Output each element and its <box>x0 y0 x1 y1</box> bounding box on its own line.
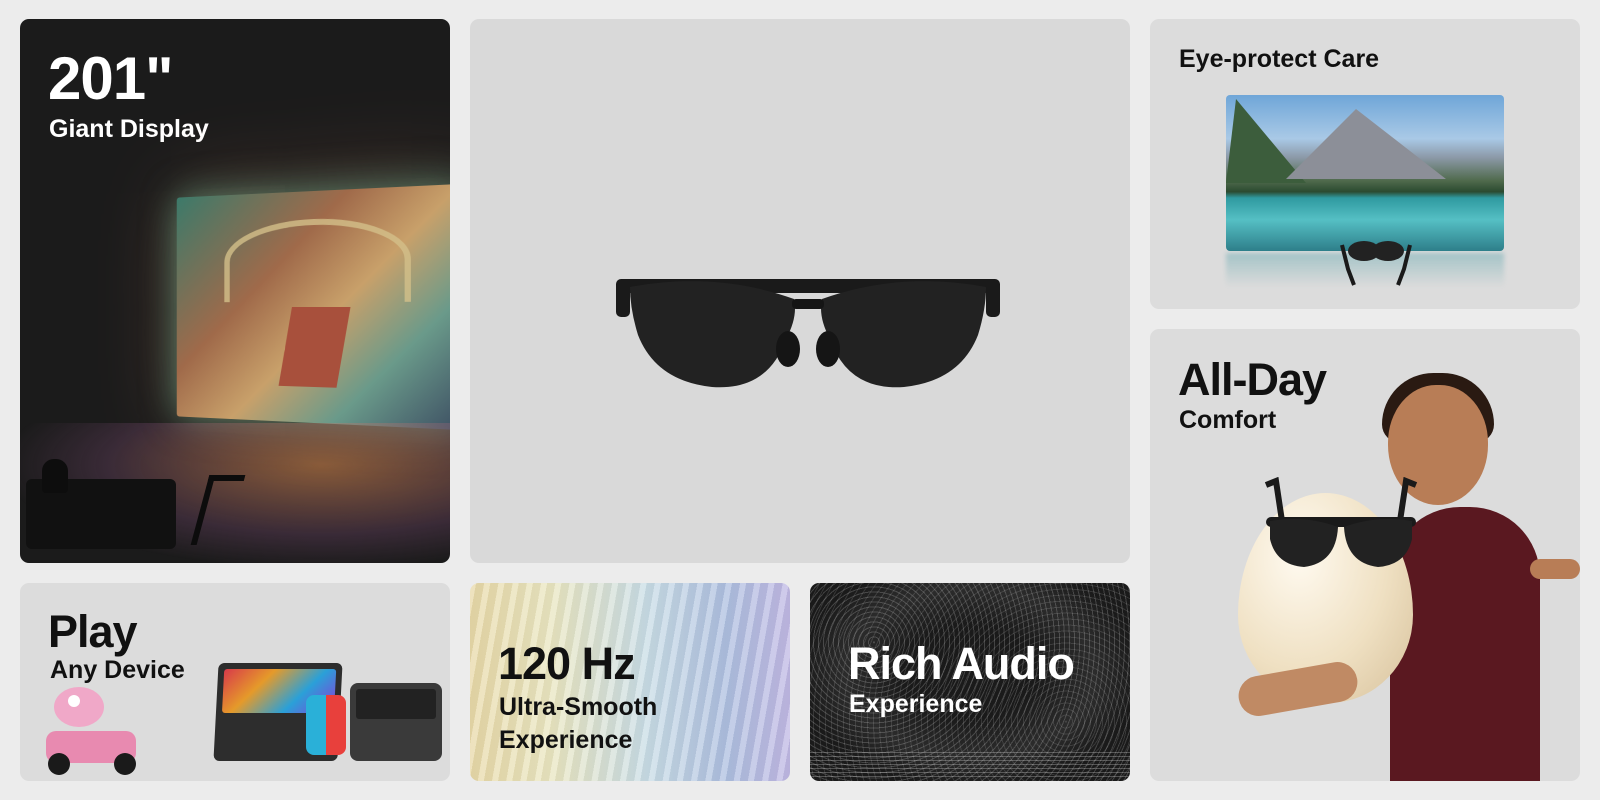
small-glasses-image <box>1340 241 1412 286</box>
display-size-headline: 201" <box>48 45 174 112</box>
tile-120hz: 120 Hz Ultra-Smooth Experience <box>470 583 790 781</box>
mountain-lake-image <box>1226 95 1504 251</box>
tile-all-day-comfort: All-Day Comfort <box>1150 329 1580 781</box>
egg-glasses-image <box>1264 477 1418 567</box>
game-arch-decoration <box>224 215 411 303</box>
mountain-peak <box>1286 109 1446 179</box>
refresh-rate-subline-2: Experience <box>499 725 633 754</box>
refresh-rate-subline: Ultra-Smooth Experience <box>499 691 657 756</box>
tile-play-any-device: Play Any Device <box>20 583 450 781</box>
handheld-console-image <box>350 683 442 761</box>
controller-right <box>326 695 346 755</box>
comfort-subline: Comfort <box>1179 406 1277 434</box>
game-track-decoration <box>278 307 351 388</box>
tile-giant-display: 201" Giant Display <box>20 19 450 563</box>
model-arm <box>1530 559 1580 579</box>
kart-wheel <box>48 753 70 775</box>
refresh-rate-headline: 120 Hz <box>498 638 636 689</box>
tile-eye-protect: Eye-protect Care <box>1150 19 1580 309</box>
viewer-silhouette <box>42 459 68 493</box>
audio-wave-band <box>810 749 1130 777</box>
tile-rich-audio: Rich Audio Experience <box>810 583 1130 781</box>
tile-glasses-hero <box>470 19 1130 563</box>
comfort-headline: All-Day <box>1178 354 1327 405</box>
audio-subline: Experience <box>849 690 983 718</box>
kart-character-head <box>54 687 104 727</box>
handheld-screen <box>356 689 436 719</box>
controller-left <box>306 695 326 755</box>
kart-wheel <box>114 753 136 775</box>
audio-headline: Rich Audio <box>848 638 1075 689</box>
display-size-subline: Giant Display <box>49 115 209 143</box>
ar-glasses-icon <box>616 279 1000 388</box>
play-headline: Play <box>48 606 138 657</box>
play-subline: Any Device <box>50 656 185 684</box>
eye-protect-headline: Eye-protect Care <box>1179 45 1380 73</box>
game-screen-image <box>176 183 450 431</box>
refresh-rate-subline-1: Ultra-Smooth <box>499 693 658 721</box>
